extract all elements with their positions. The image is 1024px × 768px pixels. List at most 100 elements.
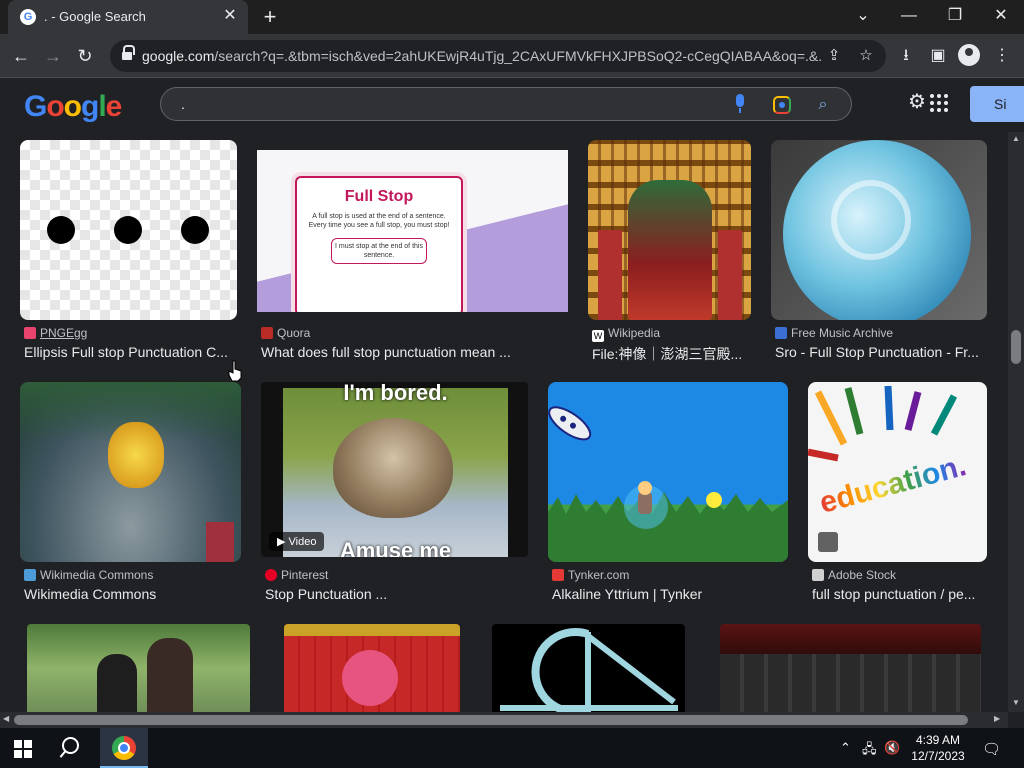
taskbar-search-icon[interactable]: [60, 737, 82, 759]
google-lens-icon[interactable]: [773, 96, 791, 114]
taskbar-clock[interactable]: 4:39 AM 12/7/2023: [900, 732, 976, 764]
close-window-button[interactable]: ✕: [978, 4, 1024, 28]
share-icon[interactable]: ⇪: [824, 46, 844, 66]
result-thumbnail[interactable]: [548, 382, 788, 562]
result-thumbnail[interactable]: I'm bored. Amuse me ▶ Video: [261, 382, 528, 557]
fullstop-bubble: I must stop at the end of this sentence.: [331, 238, 427, 264]
scroll-right-arrow-icon[interactable]: ▶: [994, 714, 1000, 723]
search-icon[interactable]: ⌕: [813, 95, 833, 115]
reload-button[interactable]: ↻: [72, 43, 98, 69]
tab-search-dropdown-icon[interactable]: ⌄: [840, 4, 886, 28]
tray-overflow-chevron-icon[interactable]: ⌃: [840, 740, 851, 756]
tab-title: . - Google Search: [44, 9, 146, 24]
image-result[interactable]: Full Stop A full stop is used at the end…: [257, 140, 568, 370]
logo-letter: o: [46, 90, 64, 123]
result-title[interactable]: Stop Punctuation ...: [265, 586, 528, 602]
result-thumbnail[interactable]: [492, 624, 685, 712]
lock-icon[interactable]: [122, 45, 135, 61]
url-text[interactable]: google.com/search?q=.&tbm=isch&ved=2ahUK…: [142, 48, 822, 64]
result-source[interactable]: Free Music Archive: [775, 326, 893, 340]
download-icon[interactable]: ⭳: [894, 44, 918, 68]
fullstop-heading: Full Stop: [344, 188, 414, 205]
notifications-icon[interactable]: 🗨: [982, 740, 1001, 758]
url-host: google.com: [142, 48, 215, 64]
image-result[interactable]: [27, 624, 250, 712]
result-thumbnail[interactable]: education.: [808, 382, 987, 562]
side-panel-icon[interactable]: ▣: [926, 44, 950, 68]
scroll-up-arrow-icon[interactable]: ▲: [1012, 134, 1020, 143]
google-apps-grid-icon[interactable]: [930, 94, 948, 112]
horizontal-scrollbar[interactable]: ◀ ▶: [0, 712, 1008, 728]
search-input[interactable]: .: [181, 96, 185, 112]
image-result[interactable]: [492, 624, 685, 712]
result-source[interactable]: Wikimedia Commons: [24, 568, 153, 582]
image-result[interactable]: [720, 624, 981, 712]
network-icon[interactable]: 🖧: [862, 740, 877, 762]
search-box[interactable]: . ⌕: [160, 87, 852, 121]
result-source[interactable]: PNGEgg: [24, 326, 87, 340]
hand-cursor-icon: [228, 360, 242, 382]
video-label: Video: [288, 536, 317, 548]
restore-button[interactable]: ❐: [932, 4, 978, 28]
image-result[interactable]: [284, 624, 460, 712]
back-button[interactable]: ←: [8, 43, 34, 69]
result-title[interactable]: What does full stop punctuation mean ...: [261, 344, 561, 360]
windows-start-icon[interactable]: [14, 740, 32, 758]
image-result[interactable]: education. Adobe Stock full stop punctua…: [808, 382, 987, 612]
result-thumbnail[interactable]: [771, 140, 987, 320]
result-title[interactable]: full stop punctuation / pe...: [812, 586, 987, 602]
settings-gear-icon[interactable]: ⚙: [908, 92, 928, 112]
result-source[interactable]: Pinterest: [265, 568, 328, 582]
tab-close-icon[interactable]: ✕: [220, 6, 240, 26]
image-result[interactable]: I'm bored. Amuse me ▶ Video Pinterest St…: [261, 382, 528, 612]
chrome-icon: [112, 736, 136, 760]
forward-button[interactable]: →: [40, 43, 66, 69]
active-tab[interactable]: G . - Google Search ✕: [8, 0, 248, 34]
image-results-grid: PNGEgg Ellipsis Full stop Punctuation C.…: [0, 132, 1008, 712]
result-source[interactable]: Quora: [261, 326, 310, 340]
result-thumbnail[interactable]: [720, 624, 981, 712]
result-title[interactable]: Ellipsis Full stop Punctuation C...: [24, 344, 237, 360]
result-title[interactable]: Sro - Full Stop Punctuation - Fr...: [775, 344, 987, 360]
result-title[interactable]: Wikimedia Commons: [24, 586, 241, 602]
bookmark-star-icon[interactable]: ☆: [856, 46, 876, 66]
chrome-taskbar-button[interactable]: [100, 728, 148, 768]
result-source[interactable]: Adobe Stock: [812, 568, 896, 582]
address-bar[interactable]: google.com/search?q=.&tbm=isch&ved=2ahUK…: [110, 40, 886, 72]
result-thumbnail[interactable]: [20, 382, 241, 562]
ellipsis-dots-image: [47, 216, 209, 244]
wikipedia-favicon-icon: W: [592, 330, 604, 342]
logo-letter: l: [98, 90, 106, 123]
result-source[interactable]: Tynker.com: [552, 568, 629, 582]
result-source[interactable]: W Wikipedia: [592, 326, 660, 342]
vertical-scrollbar[interactable]: ▲ ▼: [1008, 132, 1024, 712]
image-result[interactable]: W Wikipedia File:神像｜澎湖三官殿...: [588, 140, 751, 370]
result-thumbnail[interactable]: [27, 624, 250, 712]
scroll-down-arrow-icon[interactable]: ▼: [1012, 698, 1020, 707]
result-title[interactable]: File:神像｜澎湖三官殿...: [592, 344, 751, 364]
vertical-scrollbar-thumb[interactable]: [1011, 330, 1021, 364]
minimize-button[interactable]: —: [886, 4, 932, 28]
result-thumbnail[interactable]: [588, 140, 751, 320]
sign-in-button[interactable]: Si: [970, 86, 1024, 122]
lion-dance-figure: [108, 422, 164, 488]
voice-search-mic-icon[interactable]: [733, 94, 747, 114]
new-tab-button[interactable]: +: [258, 5, 282, 29]
browser-menu-icon[interactable]: ⋮: [990, 44, 1014, 68]
scroll-left-arrow-icon[interactable]: ◀: [3, 714, 9, 723]
profile-avatar-icon[interactable]: [958, 44, 980, 66]
image-result[interactable]: Tynker.com Alkaline Yttrium | Tynker: [548, 382, 788, 612]
video-badge: ▶ Video: [269, 532, 325, 551]
result-thumbnail[interactable]: [20, 140, 237, 320]
browser-toolbar: ← → ↻ google.com/search?q=.&tbm=isch&ved…: [0, 34, 1024, 78]
image-result[interactable]: Free Music Archive Sro - Full Stop Punct…: [771, 140, 987, 370]
image-result[interactable]: PNGEgg Ellipsis Full stop Punctuation C.…: [20, 140, 237, 370]
result-thumbnail[interactable]: Full Stop A full stop is used at the end…: [257, 150, 568, 312]
google-logo[interactable]: Google: [24, 90, 122, 124]
result-title[interactable]: Alkaline Yttrium | Tynker: [552, 586, 788, 602]
result-thumbnail[interactable]: [284, 624, 460, 712]
image-result[interactable]: Wikimedia Commons Wikimedia Commons: [20, 382, 241, 612]
horizontal-scrollbar-thumb[interactable]: [14, 715, 968, 725]
clock-date: 12/7/2023: [911, 749, 965, 763]
volume-muted-icon[interactable]: 🔇: [884, 740, 900, 756]
